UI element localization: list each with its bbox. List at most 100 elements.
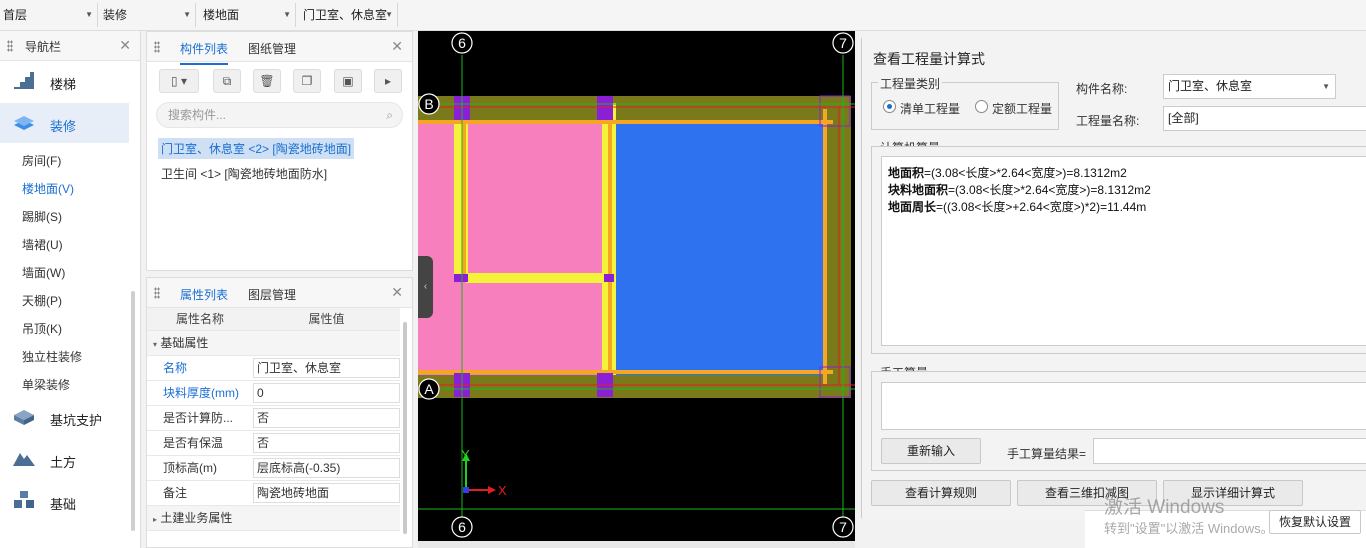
radio-list-qty[interactable]: [883, 100, 896, 113]
floor-select[interactable]: 首层 ▼: [0, 3, 98, 27]
property-group-basic[interactable]: ▾ 基础属性: [147, 330, 400, 356]
foundation-icon: [14, 491, 34, 508]
nav-item-column-decoration[interactable]: 独立柱装修: [22, 348, 82, 365]
expand-icon: ▸: [153, 515, 158, 524]
copy-component-button[interactable]: ⧉: [213, 69, 241, 93]
x-arrow-icon: [488, 486, 496, 494]
floor-plan[interactable]: 6 7 B A 6 7 Y X: [418, 31, 855, 548]
nav-item-wall-surface[interactable]: 墙面(W): [22, 264, 65, 281]
delete-component-button[interactable]: 🗑: [253, 69, 281, 93]
nav-item-dado[interactable]: 墙裙(U): [22, 236, 63, 253]
formula-expr: =((3.08<长度>+2.64<宽度>)*2)=11.44m: [936, 200, 1147, 214]
tab-drawing-management[interactable]: 图纸管理: [248, 40, 296, 57]
nav-cat-pit-support[interactable]: 基坑支护: [0, 397, 129, 437]
nav-item-beam-decoration[interactable]: 单梁装修: [22, 376, 70, 393]
formula-name: 地面积: [888, 166, 925, 180]
component-list-item[interactable]: 门卫室、休息室 <2> [陶瓷地砖地面]: [158, 138, 355, 159]
property-value-input[interactable]: 陶瓷地砖地面: [253, 482, 400, 503]
beam[interactable]: [823, 109, 827, 384]
floor-selector-bar: 首层 ▼ 装修 ▼ 楼地面 ▼ 门卫室、休息室 ▼: [0, 0, 1366, 31]
formula-textarea[interactable]: 地面积 =(3.08<长度>*2.64<宽度>)=8.1312m2 块料地面积 =(…: [881, 156, 1366, 346]
comp-name-select[interactable]: 门卫室、休息室 ▼: [1163, 74, 1336, 99]
axis-label-bottom-6: 6: [458, 519, 466, 535]
beam[interactable]: [418, 370, 833, 374]
drawing-canvas[interactable]: 6 7 B A 6 7 Y X ‹: [418, 31, 855, 548]
manual-formula-input[interactable]: [881, 382, 1366, 430]
new-component-button[interactable]: ▯ ▾: [159, 69, 199, 93]
component-select[interactable]: 门卫室、休息室 ▼: [300, 3, 398, 27]
property-row: 顶标高(m) 层底标高(-0.35): [147, 455, 400, 481]
qty-name-select[interactable]: [全部]: [1163, 106, 1366, 131]
chevron-down-icon: ▼: [1322, 82, 1330, 91]
drag-grip-icon[interactable]: [7, 40, 13, 52]
nav-item-room[interactable]: 房间(F): [22, 152, 61, 169]
reenter-button[interactable]: 重新输入: [881, 438, 981, 464]
close-icon[interactable]: ✕: [391, 38, 403, 55]
property-row: 块料厚度(mm) 0: [147, 380, 400, 406]
type-select[interactable]: 楼地面 ▼: [200, 3, 296, 27]
component-search-input[interactable]: 搜索构件... ⌕: [156, 102, 403, 128]
nav-cat-earthwork[interactable]: 土方: [0, 439, 129, 479]
component-list-panel: 构件列表 图纸管理 ✕ ▯ ▾ ⧉ 🗑 ❐ ▣ ▸ 搜索构件... ⌕ 门卫室、…: [146, 31, 413, 271]
column[interactable]: [454, 274, 468, 282]
nav-cat-stairs[interactable]: 楼梯: [0, 61, 129, 101]
radio-quota-qty[interactable]: [975, 100, 988, 113]
component-list-item[interactable]: 卫生间 <1> [陶瓷地砖地面防水]: [158, 163, 330, 184]
drag-grip-icon[interactable]: [154, 41, 160, 53]
property-scrollbar[interactable]: [403, 322, 407, 534]
nav-item-skirting[interactable]: 踢脚(S): [22, 208, 62, 225]
formula-name: 块料地面积: [888, 183, 949, 197]
nav-cat-decoration[interactable]: 装修: [0, 103, 129, 143]
property-value-input[interactable]: 层底标高(-0.35): [253, 457, 400, 478]
beam[interactable]: [418, 120, 833, 124]
chevron-down-icon: ▼: [85, 10, 93, 19]
property-name: 是否有保温: [147, 430, 247, 456]
duplicate-floor-button[interactable]: ❐: [293, 69, 321, 93]
radio-quota-qty-label[interactable]: 定额工程量: [992, 100, 1052, 117]
axis-label-top-6: 6: [458, 35, 466, 51]
property-value-input[interactable]: 门卫室、休息室: [253, 357, 400, 378]
property-value-input[interactable]: 否: [253, 407, 400, 428]
room-pink-area[interactable]: [418, 123, 608, 375]
column[interactable]: [604, 274, 614, 282]
collapse-panel-handle[interactable]: ‹: [418, 256, 433, 318]
beam[interactable]: [462, 123, 466, 279]
nav-scrollbar[interactable]: [131, 291, 135, 531]
nav-cat-label: 基坑支护: [50, 413, 103, 428]
property-panel-header: 属性列表 图层管理 ✕: [147, 278, 412, 311]
group-label: 土建业务属性: [160, 511, 233, 525]
x-axis-label: X: [498, 483, 507, 498]
formula-line: 地面周长=((3.08<长度>+2.64<宽度>)*2)=11.44m: [888, 198, 1146, 215]
room-blue-area[interactable]: [616, 123, 826, 375]
origin-marker: [463, 487, 469, 493]
col-value-header: 属性值: [247, 308, 400, 331]
property-value-input[interactable]: 否: [253, 432, 400, 453]
more-toolbar-button[interactable]: ▸: [374, 69, 402, 93]
radio-list-qty-label[interactable]: 清单工程量: [900, 100, 960, 117]
property-value-input[interactable]: 0: [253, 382, 400, 403]
tab-component-list[interactable]: 构件列表: [180, 40, 229, 65]
comp-name-label: 构件名称:: [1076, 82, 1128, 96]
formula-expr: =(3.08<长度>*2.64<宽度>)=8.1312m2: [948, 183, 1151, 197]
nav-cat-foundation[interactable]: 基础: [0, 481, 129, 521]
view-calc-rules-button[interactable]: 查看计算规则: [871, 480, 1011, 506]
close-icon[interactable]: ✕: [119, 37, 131, 54]
nav-item-suspended-ceiling[interactable]: 吊顶(K): [22, 320, 62, 337]
drag-grip-icon[interactable]: [154, 287, 160, 299]
nav-item-floor-surface[interactable]: 楼地面(V): [22, 180, 74, 197]
nav-item-ceiling[interactable]: 天棚(P): [22, 292, 62, 309]
wall[interactable]: [466, 273, 606, 283]
property-group-civil[interactable]: ▸ 土建业务属性: [147, 505, 400, 531]
restore-defaults-button[interactable]: 恢复默认设置: [1269, 510, 1361, 534]
category-select[interactable]: 装修 ▼: [100, 3, 196, 27]
navigation-panel: 导航栏 ✕ 楼梯 装修 房间(F) 楼地面(V) 踢脚(S) 墙裙(U) 墙面(…: [0, 31, 141, 548]
tab-layer-management[interactable]: 图层管理: [248, 286, 296, 303]
beam[interactable]: [608, 123, 612, 375]
nav-header: 导航栏 ✕: [0, 31, 140, 61]
tab-property-list[interactable]: 属性列表: [180, 286, 229, 311]
decoration-icon: [14, 116, 34, 130]
column[interactable]: [597, 96, 613, 120]
filter-component-button[interactable]: ▣: [334, 69, 362, 93]
manual-result-field[interactable]: [1093, 438, 1366, 464]
close-icon[interactable]: ✕: [391, 284, 403, 301]
